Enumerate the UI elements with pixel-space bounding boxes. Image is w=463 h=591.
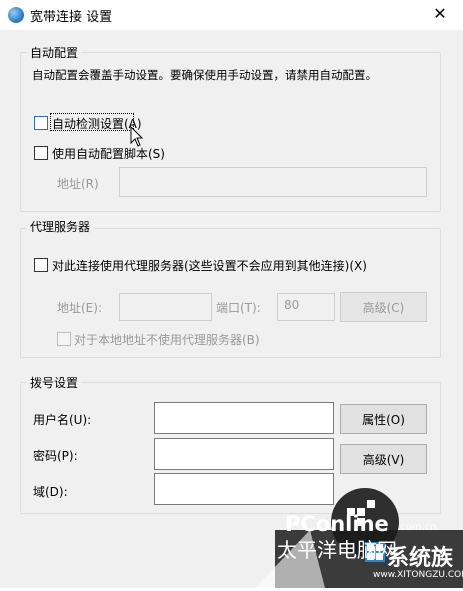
username-label: 用户名(U): xyxy=(33,413,92,427)
script-address-label: 地址(R) xyxy=(57,177,99,191)
use-proxy-label[interactable]: 对此连接使用代理服务器(这些设置不会应用到其他连接)(X) xyxy=(52,257,367,274)
use-script-label[interactable]: 使用自动配置脚本(S) xyxy=(52,145,165,162)
focus-rectangle xyxy=(50,113,134,131)
proxy-legend: 代理服务器 xyxy=(27,218,94,235)
properties-button[interactable]: 属性(O) xyxy=(340,404,427,434)
watermark-brand: PConline xyxy=(285,512,389,536)
globe-icon xyxy=(8,7,24,23)
proxy-port-field[interactable]: 80 xyxy=(277,293,335,321)
settings-dialog: 宽带连接 设置 ✕ 自动配置 自动配置会覆盖手动设置。要确保使用手动设置，请禁用… xyxy=(0,0,463,590)
close-icon[interactable]: ✕ xyxy=(433,4,446,23)
proxy-address-label: 地址(E): xyxy=(57,301,102,315)
username-input[interactable] xyxy=(154,402,334,434)
title-bar: 宽带连接 设置 ✕ xyxy=(0,0,463,30)
watermark-domain: .com.cn xyxy=(397,522,437,533)
watermark-site: www.XITONGZU.COM xyxy=(373,570,463,580)
watermark-cn: 太平洋电脑网 xyxy=(277,538,397,562)
use-script-checkbox[interactable] xyxy=(34,146,48,160)
domain-label: 域(D): xyxy=(33,485,68,499)
bypass-local-checkbox[interactable] xyxy=(57,332,71,346)
password-label: 密码(P): xyxy=(33,449,78,463)
dialup-legend: 拨号设置 xyxy=(27,374,82,391)
proxy-address-field[interactable] xyxy=(119,293,212,321)
auto-config-description: 自动配置会覆盖手动设置。要确保使用手动设置，请禁用自动配置。 xyxy=(32,68,377,82)
auto-detect-checkbox[interactable] xyxy=(34,116,48,130)
bypass-local-label: 对于本地地址不使用代理服务器(B) xyxy=(74,333,260,347)
close-button[interactable]: ✕ xyxy=(420,0,460,28)
proxy-port-label: 端口(T): xyxy=(216,301,261,315)
watermark: PConline .com.cn 太平洋电脑网 系统族 www.XITONGZU… xyxy=(255,460,463,590)
mouse-cursor-icon xyxy=(130,126,144,147)
script-address-field[interactable] xyxy=(119,167,427,197)
proxy-advanced-button[interactable]: 高级(C) xyxy=(340,292,427,322)
use-proxy-checkbox[interactable] xyxy=(34,258,48,272)
auto-config-legend: 自动配置 xyxy=(27,44,82,61)
window-title: 宽带连接 设置 xyxy=(30,10,113,25)
watermark-logo-text: 系统族 xyxy=(387,546,454,571)
